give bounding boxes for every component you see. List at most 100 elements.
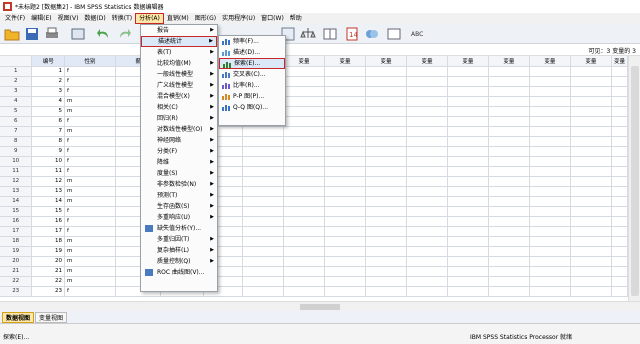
analyze-menu-item[interactable]: 生存函数(S) ▶: [141, 201, 217, 212]
cell-empty[interactable]: [324, 146, 366, 157]
cell-sex[interactable]: m: [64, 196, 117, 207]
cell-empty[interactable]: [283, 66, 325, 77]
spell-check-icon[interactable]: ABC: [410, 26, 426, 42]
cell-empty[interactable]: [570, 76, 612, 87]
cell-empty[interactable]: [570, 196, 612, 207]
cell-id[interactable]: 6: [31, 116, 66, 127]
analyze-menu-item[interactable]: 混合模型(X) ▶: [141, 91, 217, 102]
column-header[interactable]: 编号: [31, 56, 66, 67]
cell-empty[interactable]: [488, 106, 530, 117]
descriptive-menu-item[interactable]: P-P 图(P)...: [219, 91, 285, 102]
cell-empty[interactable]: [529, 86, 571, 97]
cell-empty[interactable]: [406, 136, 448, 147]
cell-id[interactable]: 21: [31, 266, 66, 277]
tab-data-view[interactable]: 数据视图: [2, 312, 35, 323]
descriptive-menu-item[interactable]: 比率(R)...: [219, 80, 285, 91]
cell-id[interactable]: 9: [31, 146, 66, 157]
analyze-menu-item[interactable]: 相关(C) ▶: [141, 102, 217, 113]
cell-empty[interactable]: [242, 176, 284, 187]
cell-empty[interactable]: [365, 66, 407, 77]
cell-empty[interactable]: [488, 276, 530, 287]
cell-empty[interactable]: [488, 236, 530, 247]
cell-empty[interactable]: [406, 146, 448, 157]
cell-empty[interactable]: [406, 286, 448, 297]
analyze-menu-item[interactable]: 广义线性模型 ▶: [141, 80, 217, 91]
menu-0[interactable]: 文件(F): [2, 13, 28, 24]
menu-7[interactable]: 图形(G): [192, 13, 219, 24]
cell-empty[interactable]: [529, 246, 571, 257]
cell-empty[interactable]: [570, 256, 612, 267]
analyze-menu-item[interactable]: 非参数检验(N) ▶: [141, 179, 217, 190]
cell-empty[interactable]: [365, 176, 407, 187]
menu-3[interactable]: 数据(D): [81, 13, 108, 24]
column-header[interactable]: 变量: [529, 56, 571, 67]
cell-empty[interactable]: [283, 106, 325, 117]
tab-variable-view[interactable]: 变量视图: [35, 312, 68, 323]
cell-empty[interactable]: [447, 246, 489, 257]
cell-empty[interactable]: [324, 206, 366, 217]
cell-empty[interactable]: [529, 106, 571, 117]
cell-sex[interactable]: m: [64, 246, 117, 257]
cell-empty[interactable]: [283, 246, 325, 257]
cell-id[interactable]: 12: [31, 176, 66, 187]
analyze-menu-item[interactable]: 回归(R) ▶: [141, 113, 217, 124]
cell-empty[interactable]: [324, 186, 366, 197]
cell-empty[interactable]: [611, 186, 628, 197]
cell-empty[interactable]: [406, 186, 448, 197]
cell-id[interactable]: 20: [31, 256, 66, 267]
cell-empty[interactable]: [611, 86, 628, 97]
cell-empty[interactable]: [406, 156, 448, 167]
menu-2[interactable]: 视图(V): [55, 13, 82, 24]
cell-empty[interactable]: [447, 276, 489, 287]
row-number[interactable]: 3: [0, 86, 33, 97]
menu-4[interactable]: 转换(T): [109, 13, 135, 24]
cell-empty[interactable]: [611, 136, 628, 147]
cell-empty[interactable]: [488, 166, 530, 177]
menu-8[interactable]: 实用程序(U): [219, 13, 258, 24]
cell-empty[interactable]: [324, 76, 366, 87]
cell-empty[interactable]: [488, 76, 530, 87]
cell-id[interactable]: 11: [31, 166, 66, 177]
cell-empty[interactable]: [570, 226, 612, 237]
cell-sex[interactable]: f: [64, 286, 117, 297]
open-folder-icon[interactable]: [4, 26, 20, 42]
split-file-icon[interactable]: [322, 26, 338, 42]
cell-id[interactable]: 14: [31, 196, 66, 207]
cell-id[interactable]: 23: [31, 286, 66, 297]
cell-empty[interactable]: [365, 96, 407, 107]
cell-sex[interactable]: f: [64, 66, 117, 77]
row-number[interactable]: 17: [0, 226, 33, 237]
cell-empty[interactable]: [406, 166, 448, 177]
cell-empty[interactable]: [611, 156, 628, 167]
cell-empty[interactable]: [365, 156, 407, 167]
analyze-menu-item[interactable]: ROC 曲线图(V)...: [141, 267, 217, 278]
cell-empty[interactable]: [488, 96, 530, 107]
analyze-menu-item[interactable]: 一般线性模型 ▶: [141, 69, 217, 80]
cell-empty[interactable]: [283, 176, 325, 187]
cell-empty[interactable]: [447, 286, 489, 297]
use-sets-icon[interactable]: [364, 26, 380, 42]
column-header[interactable]: 变量: [406, 56, 448, 67]
cell-empty[interactable]: [529, 276, 571, 287]
analyze-menu-item[interactable]: 多重响应(U) ▶: [141, 212, 217, 223]
cell-id[interactable]: 5: [31, 106, 66, 117]
cell-empty[interactable]: [529, 176, 571, 187]
cell-empty[interactable]: [324, 256, 366, 267]
cell-empty[interactable]: [406, 126, 448, 137]
cell-empty[interactable]: [365, 116, 407, 127]
cell-id[interactable]: 17: [31, 226, 66, 237]
cell-empty[interactable]: [406, 266, 448, 277]
descriptive-menu-item[interactable]: 频率(F)...: [219, 36, 285, 47]
cell-empty[interactable]: [447, 166, 489, 177]
cell-empty[interactable]: [447, 146, 489, 157]
cell-empty[interactable]: [447, 186, 489, 197]
row-number[interactable]: 15: [0, 206, 33, 217]
cell-empty[interactable]: [242, 186, 284, 197]
cell-id[interactable]: 10: [31, 156, 66, 167]
menu-10[interactable]: 帮助: [287, 13, 305, 24]
cell-empty[interactable]: [447, 256, 489, 267]
dialog-recall-icon[interactable]: [70, 26, 86, 42]
analyze-menu-item[interactable]: 预测(T) ▶: [141, 190, 217, 201]
cell-empty[interactable]: [406, 96, 448, 107]
cell-sex[interactable]: f: [64, 226, 117, 237]
